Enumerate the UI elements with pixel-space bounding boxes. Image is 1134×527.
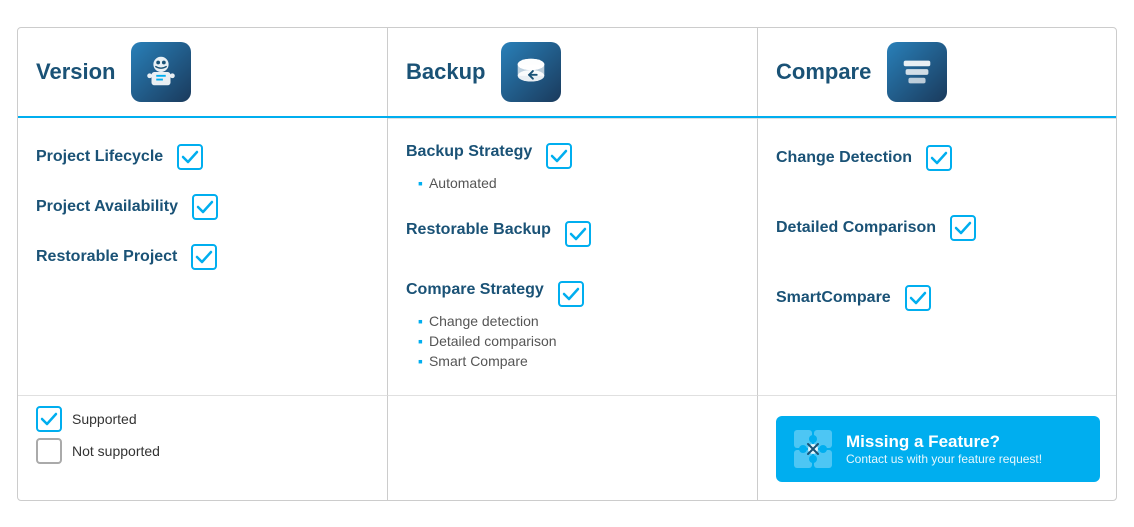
supported-check-icon: [36, 406, 62, 432]
compare-strategy-title-row: Compare Strategy: [406, 281, 739, 307]
smartcompare-check: [905, 285, 931, 311]
version-icon-svg: [142, 53, 180, 91]
not-supported-legend: Not supported: [36, 438, 369, 464]
project-lifecycle-label: Project Lifecycle: [36, 148, 163, 166]
backup-strategy-block: Backup Strategy ▪ Automated: [406, 133, 739, 203]
version-header-cell: Version: [18, 28, 388, 116]
feature-table: Version Backup: [17, 27, 1117, 501]
smartcompare-row: SmartCompare: [776, 271, 1100, 321]
backup-strategy-subitems: ▪ Automated: [418, 173, 739, 193]
compare-strategy-sub-2: ▪ Detailed comparison: [418, 331, 739, 351]
compare-icon-svg: [898, 53, 936, 91]
compare-strategy-sub-3-text: Smart Compare: [429, 353, 528, 369]
compare-header-cell: Compare: [758, 28, 1117, 116]
restorable-backup-check: [565, 221, 591, 247]
project-availability-row: Project Availability: [36, 180, 369, 230]
project-availability-label: Project Availability: [36, 198, 178, 216]
table-header: Version Backup: [18, 28, 1116, 118]
detailed-comparison-label: Detailed Comparison: [776, 219, 936, 237]
backup-icon: [501, 42, 561, 102]
project-lifecycle-check: [177, 144, 203, 170]
compare-strategy-sub-2-text: Detailed comparison: [429, 333, 557, 349]
restorable-project-label: Restorable Project: [36, 248, 177, 266]
compare-header-title: Compare: [776, 59, 871, 85]
compare-strategy-sub-1: ▪ Change detection: [418, 311, 739, 331]
backup-bottom-spacer: [388, 395, 758, 500]
missing-feature-cell: Missing a Feature? Contact us with your …: [758, 395, 1117, 500]
project-availability-check: [192, 194, 218, 220]
backup-icon-svg: [512, 53, 550, 91]
missing-feature-banner[interactable]: Missing a Feature? Contact us with your …: [776, 416, 1100, 482]
missing-subtitle: Contact us with your feature request!: [846, 452, 1042, 466]
not-supported-label: Not supported: [72, 443, 160, 459]
change-detection-row: Change Detection: [776, 133, 1100, 181]
version-column: Project Lifecycle Project Availability R…: [18, 118, 388, 395]
bottom-row: Supported Not supported: [18, 395, 1116, 500]
backup-strategy-sub-automated: ▪ Automated: [418, 173, 739, 193]
backup-header-title: Backup: [406, 59, 485, 85]
change-detection-check: [926, 145, 952, 171]
compare-strategy-sub-3: ▪ Smart Compare: [418, 351, 739, 371]
table-body: Project Lifecycle Project Availability R…: [18, 118, 1116, 395]
restorable-backup-block: Restorable Backup: [406, 211, 739, 261]
backup-column: Backup Strategy ▪ Automated Restorable: [388, 118, 758, 395]
compare-strategy-block: Compare Strategy ▪ Change detection ▪ De…: [406, 271, 739, 381]
version-icon: [131, 42, 191, 102]
backup-header-cell: Backup: [388, 28, 758, 116]
backup-strategy-title-row: Backup Strategy: [406, 143, 739, 169]
compare-strategy-label: Compare Strategy: [406, 281, 544, 299]
version-header-title: Version: [36, 59, 115, 85]
compare-strategy-sub-1-text: Change detection: [429, 313, 539, 329]
legend-cell: Supported Not supported: [18, 395, 388, 500]
puzzle-icon: [792, 428, 834, 470]
compare-column: Change Detection Detailed Comparison Sma…: [758, 118, 1117, 395]
supported-legend: Supported: [36, 406, 369, 432]
compare-strategy-subitems: ▪ Change detection ▪ Detailed comparison…: [418, 311, 739, 371]
detailed-comparison-check: [950, 215, 976, 241]
not-supported-check-icon: [36, 438, 62, 464]
compare-strategy-check: [558, 281, 584, 307]
restorable-project-check: [191, 244, 217, 270]
missing-text: Missing a Feature? Contact us with your …: [846, 432, 1042, 466]
restorable-backup-title-row: Restorable Backup: [406, 221, 739, 247]
project-lifecycle-row: Project Lifecycle: [36, 132, 369, 180]
smartcompare-label: SmartCompare: [776, 289, 891, 307]
backup-strategy-label: Backup Strategy: [406, 143, 532, 161]
restorable-backup-label: Restorable Backup: [406, 221, 551, 239]
supported-label: Supported: [72, 411, 137, 427]
missing-title: Missing a Feature?: [846, 432, 1042, 452]
detailed-comparison-row: Detailed Comparison: [776, 201, 1100, 251]
backup-strategy-check: [546, 143, 572, 169]
backup-strategy-sub-automated-text: Automated: [429, 175, 497, 191]
restorable-project-row: Restorable Project: [36, 230, 369, 280]
change-detection-label: Change Detection: [776, 149, 912, 167]
compare-icon: [887, 42, 947, 102]
